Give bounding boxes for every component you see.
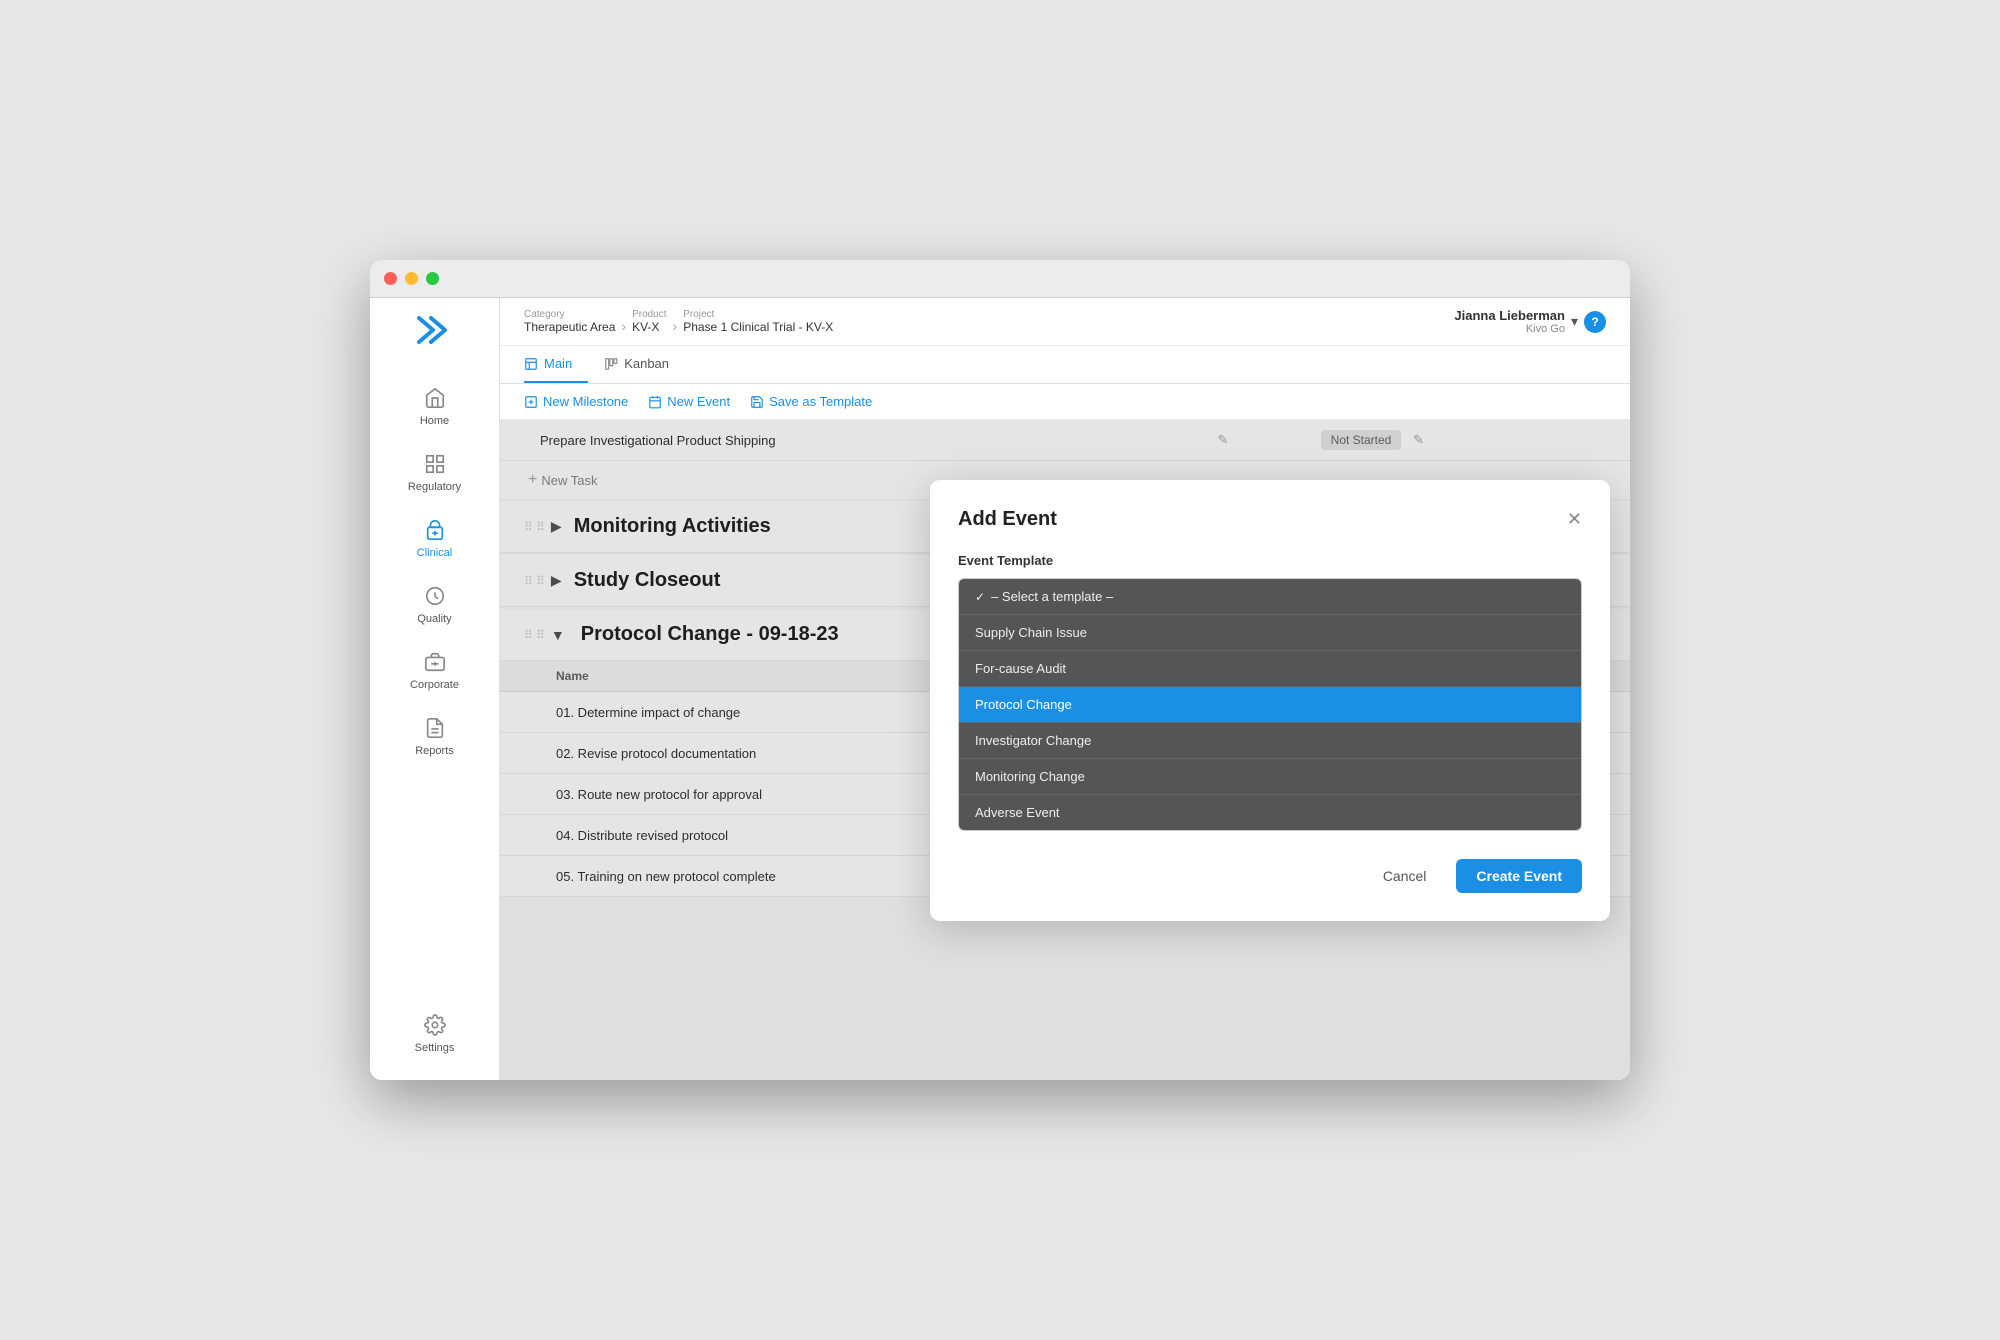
sidebar-item-quality-label: Quality — [417, 613, 451, 625]
main-content: Category Therapeutic Area › Product KV-X… — [500, 298, 1630, 1080]
clinical-icon — [422, 517, 448, 543]
new-event-label: New Event — [667, 394, 730, 409]
fullscreen-button[interactable] — [426, 272, 439, 285]
sidebar-item-regulatory-label: Regulatory — [408, 481, 461, 493]
new-milestone-label: New Milestone — [543, 394, 628, 409]
sidebar-item-home-label: Home — [420, 415, 449, 427]
kanban-tab-icon — [604, 357, 618, 371]
modal-close-button[interactable]: ✕ — [1567, 509, 1582, 530]
project-value: Phase 1 Clinical Trial - KV-X — [683, 320, 833, 334]
breadcrumb-sep-2: › — [673, 318, 678, 334]
event-icon — [648, 395, 662, 409]
new-milestone-button[interactable]: New Milestone — [524, 394, 628, 409]
product-value: KV-X — [632, 320, 666, 334]
main-tab-icon — [524, 357, 538, 371]
tab-kanban-label: Kanban — [624, 356, 669, 371]
dropdown-item-label: Monitoring Change — [975, 769, 1085, 784]
sidebar-item-reports-label: Reports — [415, 745, 454, 757]
event-template-dropdown[interactable]: ✓ – Select a template – Supply Chain Issu… — [958, 578, 1582, 831]
dropdown-item[interactable]: Investigator Change — [959, 723, 1581, 759]
dropdown-item-label: – Select a template – — [991, 589, 1113, 604]
breadcrumb-category: Category Therapeutic Area — [524, 309, 615, 334]
dropdown-item-label: For-cause Audit — [975, 661, 1066, 676]
tabs-bar: Main Kanban — [500, 346, 1630, 384]
top-header: Category Therapeutic Area › Product KV-X… — [500, 298, 1630, 346]
save-template-label: Save as Template — [769, 394, 872, 409]
sidebar-item-home[interactable]: Home — [370, 375, 499, 437]
modal-title: Add Event — [958, 508, 1057, 531]
create-event-button[interactable]: Create Event — [1456, 859, 1582, 893]
help-button[interactable]: ? — [1584, 311, 1606, 333]
user-name: Jianna Lieberman — [1454, 308, 1565, 323]
user-area[interactable]: Jianna Lieberman Kivo Go ▾ ? — [1454, 308, 1606, 335]
check-icon: ✓ — [975, 590, 985, 604]
sidebar-item-corporate-label: Corporate — [410, 679, 459, 691]
dropdown-item[interactable]: Adverse Event — [959, 795, 1581, 830]
product-label: Product — [632, 309, 666, 320]
sidebar-item-clinical-label: Clinical — [417, 547, 452, 559]
breadcrumb-project: Project Phase 1 Clinical Trial - KV-X — [683, 309, 833, 334]
logo — [411, 310, 459, 355]
user-info: Jianna Lieberman Kivo Go — [1454, 308, 1565, 335]
dropdown-item[interactable]: ✓ – Select a template – — [959, 579, 1581, 615]
dropdown-item-label: Adverse Event — [975, 805, 1060, 820]
settings-icon — [422, 1012, 448, 1038]
sidebar-item-clinical[interactable]: Clinical — [370, 507, 499, 569]
reports-icon — [422, 715, 448, 741]
modal-header: Add Event ✕ — [958, 508, 1582, 531]
new-event-button[interactable]: New Event — [648, 394, 730, 409]
breadcrumb-product: Product KV-X — [632, 309, 666, 334]
content-area: Prepare Investigational Product Shipping… — [500, 420, 1630, 1080]
project-label: Project — [683, 309, 833, 320]
corporate-icon — [422, 649, 448, 675]
dropdown-item[interactable]: For-cause Audit — [959, 651, 1581, 687]
sidebar-item-quality[interactable]: Quality — [370, 573, 499, 635]
close-button[interactable] — [384, 272, 397, 285]
category-value: Therapeutic Area — [524, 320, 615, 334]
minimize-button[interactable] — [405, 272, 418, 285]
save-template-button[interactable]: Save as Template — [750, 394, 872, 409]
toolbar: New Milestone New Event — [500, 384, 1630, 420]
sidebar-item-settings-label: Settings — [415, 1042, 455, 1054]
tab-kanban[interactable]: Kanban — [604, 346, 685, 383]
tab-main-label: Main — [544, 356, 572, 371]
tab-main[interactable]: Main — [524, 346, 588, 383]
home-icon — [422, 385, 448, 411]
sidebar-item-regulatory[interactable]: Regulatory — [370, 441, 499, 503]
breadcrumb-sep-1: › — [621, 318, 626, 334]
event-template-label: Event Template — [958, 553, 1582, 568]
template-icon — [750, 395, 764, 409]
add-event-modal: Add Event ✕ Event Template ✓ – Select a … — [930, 480, 1610, 921]
regulatory-icon — [422, 451, 448, 477]
dropdown-item-label: Supply Chain Issue — [975, 625, 1087, 640]
modal-overlay: Add Event ✕ Event Template ✓ – Select a … — [500, 420, 1630, 1080]
user-chevron-icon[interactable]: ▾ — [1571, 313, 1578, 330]
user-org: Kivo Go — [1454, 323, 1565, 335]
sidebar: Home Regulatory — [370, 298, 500, 1080]
dropdown-item-label: Protocol Change — [975, 697, 1072, 712]
sidebar-item-reports[interactable]: Reports — [370, 705, 499, 767]
breadcrumb: Category Therapeutic Area › Product KV-X… — [524, 309, 833, 334]
sidebar-item-settings[interactable]: Settings — [407, 1002, 463, 1064]
titlebar — [370, 260, 1630, 298]
dropdown-item-label: Investigator Change — [975, 733, 1091, 748]
dropdown-item[interactable]: Supply Chain Issue — [959, 615, 1581, 651]
quality-icon — [422, 583, 448, 609]
sidebar-item-corporate[interactable]: Corporate — [370, 639, 499, 701]
dropdown-item[interactable]: Protocol Change — [959, 687, 1581, 723]
modal-footer: Cancel Create Event — [958, 859, 1582, 893]
traffic-lights — [384, 272, 439, 285]
category-label: Category — [524, 309, 615, 320]
cancel-button[interactable]: Cancel — [1367, 860, 1443, 892]
milestone-icon — [524, 395, 538, 409]
dropdown-item[interactable]: Monitoring Change — [959, 759, 1581, 795]
